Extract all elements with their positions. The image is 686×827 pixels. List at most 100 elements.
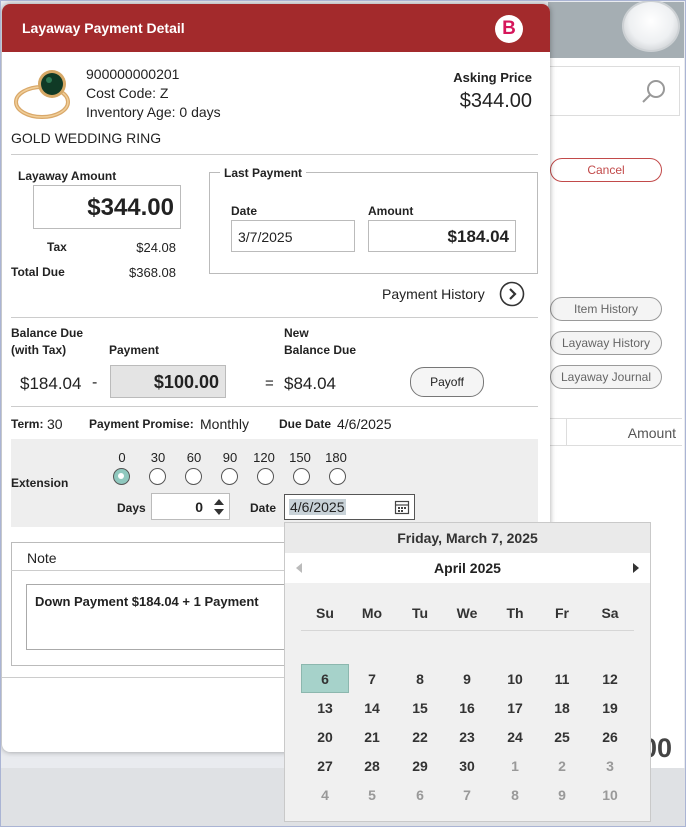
note-row[interactable]: Down Payment $184.04 + 1 Payment	[26, 584, 326, 650]
day-cell-other-month[interactable]: 5	[352, 787, 392, 803]
prev-month-icon[interactable]	[295, 563, 303, 573]
note-header: Note	[27, 550, 57, 566]
dialog-title: Layaway Payment Detail	[2, 4, 550, 52]
day-cell[interactable]: 8	[400, 671, 440, 687]
layaway-history-button[interactable]: Layaway History	[550, 331, 662, 355]
item-history-button[interactable]: Item History	[550, 297, 662, 321]
day-cell[interactable]: 26	[590, 729, 630, 745]
today-header[interactable]: Friday, March 7, 2025	[285, 523, 650, 553]
extension-date-value: 4/6/2025	[289, 499, 346, 515]
day-cell-other-month[interactable]: 10	[590, 787, 630, 803]
extension-radio-60[interactable]	[185, 468, 202, 485]
day-cell[interactable]: 25	[542, 729, 582, 745]
inventory-age: Inventory Age: 0 days	[86, 104, 221, 120]
stepper-arrows-icon[interactable]	[213, 497, 225, 517]
day-cell[interactable]: 24	[495, 729, 535, 745]
ring-image-icon	[14, 70, 70, 119]
day-cell[interactable]: 23	[447, 729, 487, 745]
weekday-label: Fr	[555, 605, 569, 621]
days-value: 0	[195, 499, 203, 515]
day-cell-other-month[interactable]: 8	[495, 787, 535, 803]
divider	[11, 154, 538, 155]
amount-column-header[interactable]: Amount	[548, 418, 682, 446]
total-due-value: $368.08	[129, 265, 176, 280]
day-cell[interactable]: 12	[590, 671, 630, 687]
extension-label: Extension	[11, 476, 69, 490]
day-cell-other-month[interactable]: 4	[305, 787, 345, 803]
month-header: April 2025	[285, 553, 650, 583]
date-picker-popup: Friday, March 7, 2025 April 2025 Su Mo T…	[284, 522, 651, 822]
layaway-amount-label: Layaway Amount	[18, 169, 117, 183]
day-cell-other-month[interactable]: 3	[590, 758, 630, 774]
days-stepper[interactable]: 0	[151, 493, 230, 520]
asking-price: $344.00	[459, 90, 532, 112]
item-number: 900000000201	[86, 66, 180, 82]
payment-amount-input[interactable]: $100.00	[110, 365, 226, 398]
day-cell-other-month[interactable]: 9	[542, 787, 582, 803]
day-cell[interactable]: 10	[495, 671, 535, 687]
day-cell-other-month[interactable]: 2	[542, 758, 582, 774]
extension-radio-180[interactable]	[329, 468, 346, 485]
new-balance-value: $84.04	[284, 374, 336, 393]
extension-radio-90[interactable]	[221, 468, 238, 485]
payoff-button[interactable]: Payoff	[410, 367, 484, 397]
tax-value: $24.08	[136, 240, 176, 255]
day-cell[interactable]: 30	[447, 758, 487, 774]
due-date-label: Due Date	[279, 417, 332, 431]
day-cell[interactable]: 29	[400, 758, 440, 774]
day-cell-other-month[interactable]: 6	[400, 787, 440, 803]
day-cell[interactable]: 9	[447, 671, 487, 687]
total-due-label: Total Due	[11, 265, 65, 279]
layaway-amount-field[interactable]: $344.00	[33, 185, 181, 229]
day-cell[interactable]: 28	[352, 758, 392, 774]
day-cell[interactable]: 11	[542, 671, 582, 687]
payment-history-link[interactable]: Payment History	[382, 286, 485, 302]
day-cell[interactable]: 20	[305, 729, 345, 745]
day-selected[interactable]: 6	[301, 664, 349, 693]
day-cell[interactable]: 22	[400, 729, 440, 745]
day-cell[interactable]: 18	[542, 700, 582, 716]
extension-radio-120[interactable]	[257, 468, 274, 485]
last-payment-amount-field[interactable]: $184.04	[368, 220, 516, 252]
search-icon	[642, 80, 665, 103]
chevron-right-icon[interactable]	[499, 281, 525, 307]
term-label: Term:	[11, 417, 44, 431]
clock-icon	[622, 0, 680, 52]
tax-label: Tax	[47, 240, 67, 254]
extension-radio-30[interactable]	[149, 468, 166, 485]
layaway-journal-button[interactable]: Layaway Journal	[550, 365, 662, 389]
day-cell[interactable]: 16	[447, 700, 487, 716]
day-cell-other-month[interactable]: 7	[447, 787, 487, 803]
day-cell[interactable]: 13	[305, 700, 345, 716]
extension-radio-0[interactable]	[113, 468, 130, 485]
day-cell[interactable]: 15	[400, 700, 440, 716]
day-cell[interactable]: 21	[352, 729, 392, 745]
weekday-label: Th	[506, 605, 524, 621]
divider	[301, 630, 634, 631]
month-label[interactable]: April 2025	[434, 560, 501, 576]
day-cell[interactable]: 19	[590, 700, 630, 716]
extension-option-label: 30	[150, 450, 166, 465]
weekday-label: Sa	[601, 605, 619, 621]
extension-radio-150[interactable]	[293, 468, 310, 485]
day-cell[interactable]: 14	[352, 700, 392, 716]
day-cell[interactable]: 27	[305, 758, 345, 774]
item-description: GOLD WEDDING RING	[11, 130, 162, 146]
extension-option-label: 150	[289, 450, 311, 465]
day-cell[interactable]: 7	[352, 671, 392, 687]
extension-option-label: 60	[186, 450, 202, 465]
last-payment-date-field[interactable]: 3/7/2025	[231, 220, 355, 252]
divider	[11, 317, 538, 318]
cost-code: Cost Code: Z	[86, 85, 169, 101]
next-month-icon[interactable]	[632, 563, 640, 573]
cancel-button[interactable]: Cancel	[550, 158, 662, 182]
extension-date-picker[interactable]: 4/6/2025	[284, 494, 415, 520]
new-balance-label-2: Balance Due	[284, 343, 357, 357]
balance-due-label-tax: (with Tax)	[11, 343, 67, 357]
day-cell[interactable]: 17	[495, 700, 535, 716]
search-box[interactable]	[548, 66, 680, 116]
term-value: 30	[47, 416, 63, 432]
calendar-icon[interactable]	[394, 499, 410, 515]
extension-date-label: Date	[250, 501, 277, 515]
day-cell-other-month[interactable]: 1	[495, 758, 535, 774]
